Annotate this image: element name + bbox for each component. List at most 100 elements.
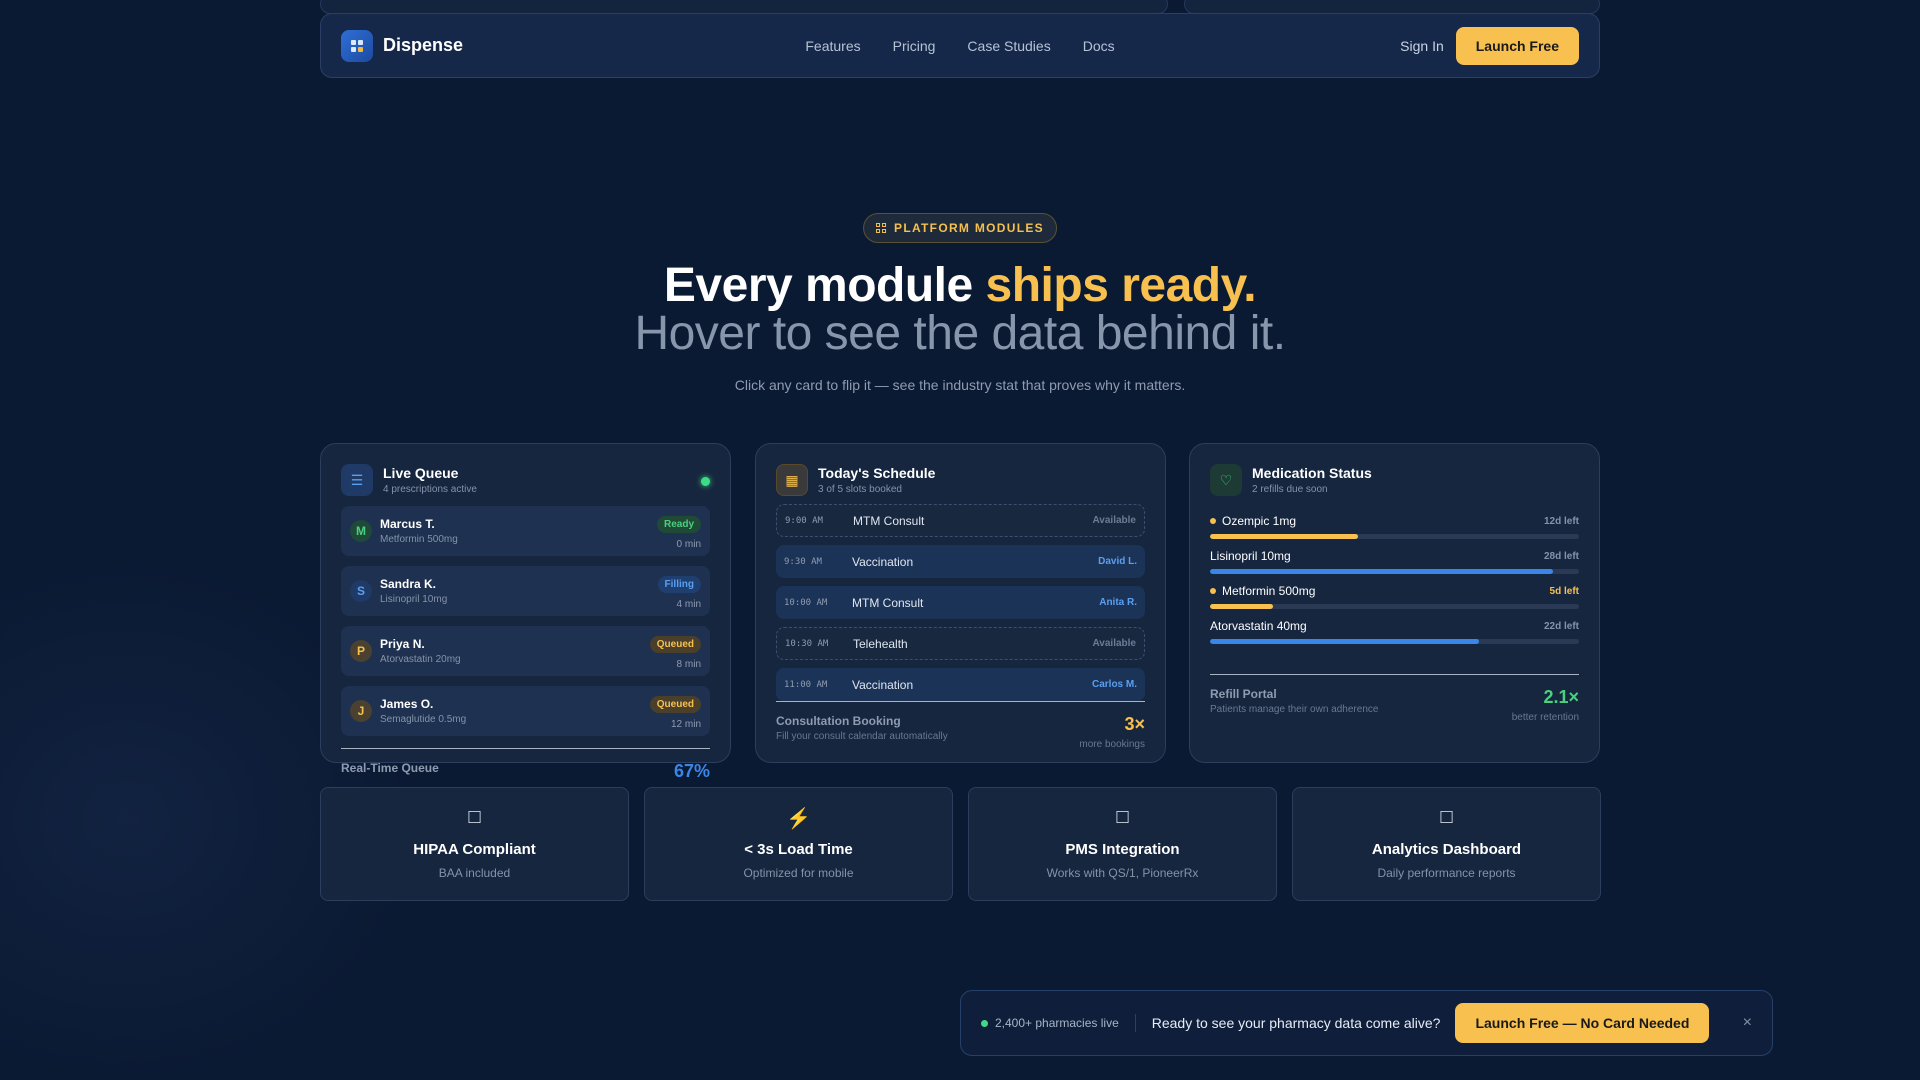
feature-card-analytics[interactable]: □ Analytics Dashboard Daily performance … bbox=[1292, 787, 1601, 901]
medication-row[interactable]: Lisinopril 10mg 28d left bbox=[1210, 549, 1579, 574]
days-left: 5d left bbox=[1549, 585, 1579, 597]
card-subtitle: 2 refills due soon bbox=[1252, 484, 1328, 495]
live-indicator-icon bbox=[701, 477, 710, 486]
top-navbar: Dispense Features Pricing Case Studies D… bbox=[320, 13, 1600, 78]
schedule-slot[interactable]: 10:00 AM MTM Consult Anita R. bbox=[776, 586, 1145, 619]
card-title: Today's Schedule bbox=[818, 465, 936, 481]
footer-stat: 67% bbox=[673, 761, 710, 781]
queue-row[interactable]: P Priya N. Atorvastatin 20mg Queued 8 min bbox=[341, 626, 710, 676]
avatar: P bbox=[350, 640, 372, 662]
slot-patient: David L. bbox=[1098, 556, 1137, 567]
card-header: ▦ Today's Schedule 3 of 5 slots booked bbox=[776, 464, 1145, 496]
nav-link-features[interactable]: Features bbox=[805, 38, 860, 54]
feature-card-pms[interactable]: □ PMS Integration Works with QS/1, Pione… bbox=[968, 787, 1277, 901]
slot-patient: Carlos M. bbox=[1091, 679, 1137, 690]
supply-bar-fill bbox=[1210, 604, 1273, 609]
schedule-slot[interactable]: 10:30 AM Telehealth Available bbox=[776, 627, 1145, 660]
nav-actions: Sign In Launch Free bbox=[1400, 26, 1579, 65]
footer-stat: 3× bbox=[1124, 714, 1145, 734]
slot-time: 9:00 AM bbox=[785, 515, 823, 526]
cta-question: Ready to see your pharmacy data come ali… bbox=[1151, 1015, 1441, 1031]
feature-card-hipaa[interactable]: □ HIPAA Compliant BAA included bbox=[320, 787, 629, 901]
medication-name: Atorvastatin 40mg bbox=[1210, 619, 1307, 633]
schedule-card[interactable]: ▦ Today's Schedule 3 of 5 slots booked 9… bbox=[755, 443, 1166, 763]
brand-name[interactable]: Dispense bbox=[383, 35, 463, 56]
medication-name-text: Lisinopril 10mg bbox=[1210, 549, 1291, 563]
medication-list: Ozempic 1mg 12d left Lisinopril 10mg 28d le… bbox=[1210, 514, 1579, 644]
wait-time: 8 min bbox=[676, 659, 701, 670]
grid-icon bbox=[876, 223, 887, 233]
card-title: Live Queue bbox=[383, 465, 459, 481]
patient-name: James O. bbox=[380, 697, 434, 711]
queue-row[interactable]: S Sandra K. Lisinopril 10mg Filling 4 min bbox=[341, 566, 710, 616]
slot-status: Available bbox=[1092, 515, 1136, 526]
supply-bar bbox=[1210, 569, 1579, 574]
nav-links: Features Pricing Case Studies Docs bbox=[805, 38, 1114, 54]
feature-subtitle: Daily performance reports bbox=[1377, 866, 1516, 880]
feature-subtitle: BAA included bbox=[438, 866, 511, 880]
feature-title: Analytics Dashboard bbox=[1371, 841, 1522, 858]
feature-title: < 3s Load Time bbox=[744, 841, 853, 858]
avatar: S bbox=[350, 580, 372, 602]
nav-link-case-studies[interactable]: Case Studies bbox=[967, 38, 1050, 54]
slot-patient: Anita R. bbox=[1099, 597, 1137, 608]
medication: Atorvastatin 20mg bbox=[380, 654, 461, 665]
queue-row[interactable]: M Marcus T. Metformin 500mg Ready 0 min bbox=[341, 506, 710, 556]
live-queue-card[interactable]: ☰ Live Queue 4 prescriptions active M Ma… bbox=[320, 443, 731, 781]
nav-link-docs[interactable]: Docs bbox=[1083, 38, 1115, 54]
nav-link-pricing[interactable]: Pricing bbox=[893, 38, 936, 54]
queue-row[interactable]: J James O. Semaglutide 0.5mg Queued 12 min bbox=[341, 686, 710, 736]
calendar-icon: ▦ bbox=[776, 464, 808, 496]
avatar: J bbox=[350, 700, 372, 722]
slot-type: Vaccination bbox=[852, 554, 914, 569]
wait-time: 12 min bbox=[670, 719, 701, 730]
patient-name: Sandra K. bbox=[380, 577, 437, 591]
medication-name-text: Metformin 500mg bbox=[1222, 584, 1316, 598]
medication: Semaglutide 0.5mg bbox=[380, 714, 467, 725]
card-title: Medication Status bbox=[1252, 465, 1372, 481]
list-icon: ☰ bbox=[341, 464, 373, 496]
hero-title-accent: ships ready. bbox=[985, 259, 1257, 312]
medication-row[interactable]: Ozempic 1mg 12d left bbox=[1210, 514, 1579, 539]
status-badge: Filling bbox=[657, 576, 701, 593]
live-dot-icon bbox=[981, 1019, 988, 1027]
footer-stat: 2.1× bbox=[1543, 687, 1579, 707]
feature-subtitle: Optimized for mobile bbox=[743, 866, 854, 880]
schedule-slot[interactable]: 9:30 AM Vaccination David L. bbox=[776, 545, 1145, 578]
feature-title: HIPAA Compliant bbox=[413, 841, 536, 858]
days-left: 28d left bbox=[1543, 550, 1579, 562]
feature-title: PMS Integration bbox=[1065, 841, 1180, 858]
wait-time: 0 min bbox=[676, 539, 701, 550]
card-footer: Refill Portal Patients manage their own … bbox=[1210, 687, 1579, 723]
divider bbox=[341, 748, 710, 749]
medication-row[interactable]: Atorvastatin 40mg 22d left bbox=[1210, 619, 1579, 644]
days-left: 22d left bbox=[1543, 620, 1579, 632]
footer-title: Real-Time Queue bbox=[341, 761, 439, 775]
card-footer: Consultation Booking Fill your consult c… bbox=[776, 714, 1145, 750]
supply-bar-fill bbox=[1210, 534, 1358, 539]
slot-type: Vaccination bbox=[852, 677, 914, 692]
medication: Metformin 500mg bbox=[380, 534, 458, 545]
footer-title: Consultation Booking bbox=[776, 714, 901, 728]
feature-card-load-time[interactable]: ⚡ < 3s Load Time Optimized for mobile bbox=[644, 787, 953, 901]
medication-status-card[interactable]: ♡ Medication Status 2 refills due soon O… bbox=[1189, 443, 1600, 763]
hero-title-main: Every module bbox=[663, 259, 986, 312]
card-subtitle: 3 of 5 slots booked bbox=[818, 484, 902, 495]
launch-free-no-card-button[interactable]: Launch Free — No Card Needed bbox=[1455, 1003, 1710, 1043]
schedule-slot[interactable]: 9:00 AM MTM Consult Available bbox=[776, 504, 1145, 537]
medication-row[interactable]: Metformin 500mg 5d left bbox=[1210, 584, 1579, 609]
medication-name-text: Ozempic 1mg bbox=[1222, 514, 1297, 528]
close-icon[interactable]: × bbox=[1743, 1014, 1752, 1032]
logo-icon[interactable] bbox=[341, 29, 373, 62]
slot-type: MTM Consult bbox=[852, 595, 924, 610]
sign-in-link[interactable]: Sign In bbox=[1400, 38, 1444, 54]
launch-free-button[interactable]: Launch Free bbox=[1455, 26, 1579, 65]
hero-subtitle: Click any card to flip it — see the indu… bbox=[734, 377, 1186, 393]
supply-bar bbox=[1210, 534, 1579, 539]
schedule-slot[interactable]: 11:00 AM Vaccination Carlos M. bbox=[776, 668, 1145, 701]
warning-dot-icon bbox=[1210, 518, 1216, 524]
days-left: 12d left bbox=[1543, 515, 1579, 527]
divider bbox=[1210, 674, 1579, 675]
supply-bar bbox=[1210, 639, 1579, 644]
card-header: ♡ Medication Status 2 refills due soon bbox=[1210, 464, 1579, 496]
